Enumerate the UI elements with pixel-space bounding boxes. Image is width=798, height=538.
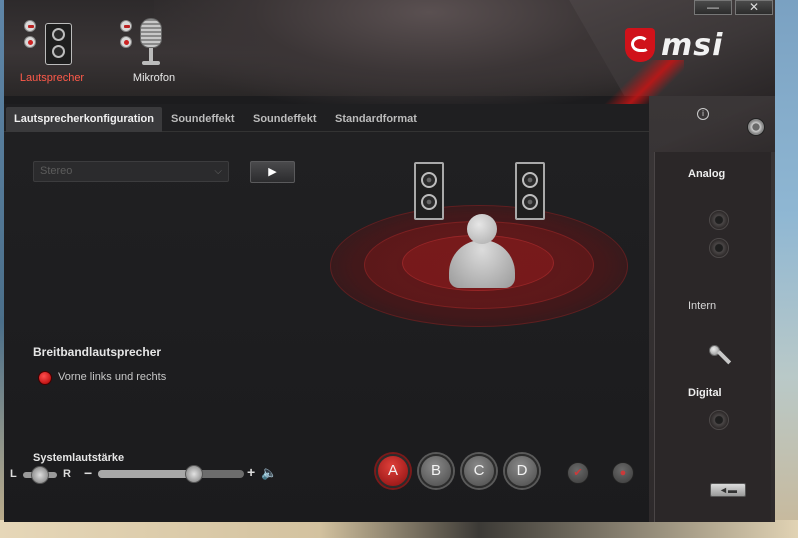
internal-microphone-icon[interactable] xyxy=(707,343,733,369)
volume-plus-icon[interactable]: + xyxy=(247,464,255,480)
profile-d-button[interactable]: D xyxy=(505,454,539,488)
digital-label: Digital xyxy=(688,387,722,399)
desktop-background-bottom xyxy=(0,520,798,538)
balance-slider-handle[interactable] xyxy=(31,466,49,484)
device-speaker[interactable]: Lautsprecher xyxy=(12,16,92,90)
tab-default-format[interactable]: Standardformat xyxy=(327,107,425,132)
advanced-settings-wrench-button[interactable]: ◄▬ xyxy=(710,483,746,497)
volume-minus-icon[interactable]: − xyxy=(84,465,92,481)
front-left-speaker-icon[interactable] xyxy=(414,162,444,220)
info-icon[interactable]: i xyxy=(697,108,709,120)
header: Lautsprecher Mikrofon msi — ✕ xyxy=(4,0,775,150)
wideband-speaker-title: Breitbandlautsprecher xyxy=(33,345,162,359)
speaker-mode-value: Stereo xyxy=(40,165,73,177)
volume-slider-handle[interactable] xyxy=(185,465,203,483)
chevron-down-icon: ⌵ xyxy=(214,166,222,177)
profile-a-button[interactable]: A xyxy=(376,454,410,488)
msi-dragon-shield-icon xyxy=(625,28,655,62)
tab-sound-effect-1[interactable]: Soundeffekt xyxy=(163,107,243,132)
digital-jack-icon[interactable] xyxy=(709,410,729,430)
set-default-comm-button[interactable]: ● xyxy=(612,462,634,484)
default-comm-icon xyxy=(120,36,132,48)
analog-jack-1-icon[interactable] xyxy=(709,210,729,230)
listener-head-icon xyxy=(467,214,497,244)
volume-slider-fill xyxy=(98,470,194,478)
balance-left-label: L xyxy=(10,468,17,480)
intern-label: Intern xyxy=(688,300,717,312)
profile-b-button[interactable]: B xyxy=(419,454,453,488)
main-panel: Stereo ⌵ ▶ Breitbandlautsprecher Vorne l… xyxy=(4,132,652,522)
red-led-icon xyxy=(38,371,52,385)
audio-control-window: Lautsprecher Mikrofon msi — ✕ Lautsprech… xyxy=(4,0,775,522)
speaker-icon xyxy=(45,23,72,65)
front-right-speaker-icon[interactable] xyxy=(515,162,545,220)
system-volume-title: Systemlautstärke xyxy=(33,452,125,464)
tab-bar: Lautsprecherkonfiguration Soundeffekt So… xyxy=(4,104,649,132)
volume-speaker-icon[interactable]: 🔈 xyxy=(261,465,277,481)
balance-right-label: R xyxy=(63,468,71,480)
profile-c-button[interactable]: C xyxy=(462,454,496,488)
wideband-front-lr-label: Vorne links und rechts xyxy=(58,371,167,383)
device-microphone[interactable]: Mikrofon xyxy=(114,16,194,90)
speaker-mode-dropdown[interactable]: Stereo ⌵ xyxy=(33,161,229,182)
default-check-icon xyxy=(120,20,132,32)
default-comm-icon xyxy=(24,36,36,48)
close-button[interactable]: ✕ xyxy=(735,0,773,15)
msi-logo: msi xyxy=(625,28,745,64)
default-check-icon xyxy=(24,20,36,32)
set-default-check-button[interactable]: ✔ xyxy=(567,462,589,484)
desktop-background-right xyxy=(774,0,798,538)
device-speaker-label: Lautsprecher xyxy=(19,72,85,84)
test-play-button[interactable]: ▶ xyxy=(250,161,295,183)
tab-speaker-configuration[interactable]: Lautsprecherkonfiguration xyxy=(6,107,162,132)
settings-gear-icon[interactable] xyxy=(747,118,765,136)
analog-label: Analog xyxy=(688,168,726,180)
device-microphone-label: Mikrofon xyxy=(132,72,176,84)
tab-sound-effect-2[interactable]: Soundeffekt xyxy=(245,107,325,132)
minimize-button[interactable]: — xyxy=(694,0,732,15)
analog-jack-2-icon[interactable] xyxy=(709,238,729,258)
